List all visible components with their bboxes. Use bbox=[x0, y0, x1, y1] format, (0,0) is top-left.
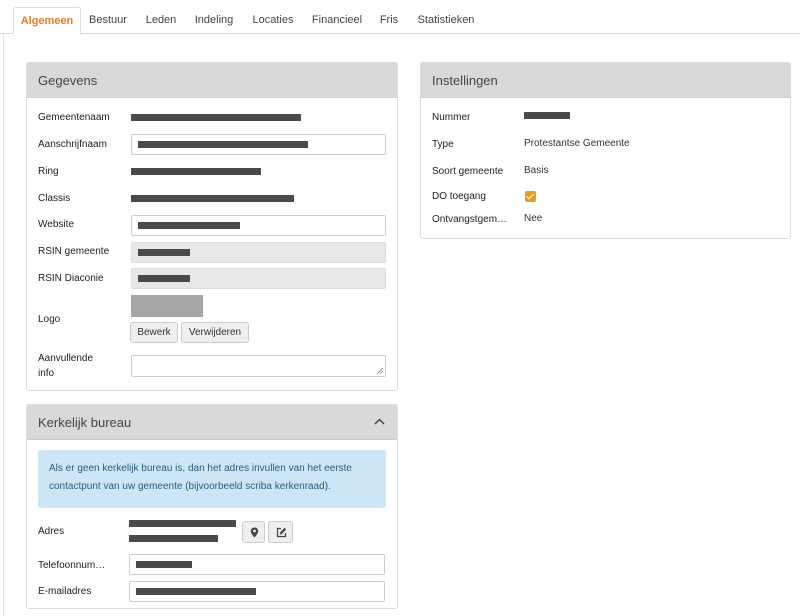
chevron-up-icon[interactable] bbox=[374, 418, 385, 425]
redacted-rsin-diaconie bbox=[138, 275, 190, 282]
redacted-telefoon bbox=[136, 561, 192, 568]
tab-indeling[interactable]: Indeling bbox=[190, 7, 238, 34]
redacted-website bbox=[138, 222, 240, 229]
redacted-aanschrijfnaam bbox=[138, 141, 308, 148]
instellingen-title: Instellingen bbox=[421, 63, 790, 98]
rsin-gemeente-field bbox=[131, 242, 386, 263]
map-pin-icon bbox=[250, 527, 259, 538]
tab-locaties[interactable]: Locaties bbox=[247, 7, 299, 34]
map-pin-button[interactable] bbox=[242, 521, 265, 543]
redacted-ring bbox=[131, 168, 261, 175]
redacted-nummer bbox=[524, 112, 570, 119]
bewerk-button[interactable]: Bewerk bbox=[130, 322, 178, 343]
redacted-adres-1 bbox=[129, 520, 236, 527]
edit-address-button[interactable] bbox=[268, 521, 293, 543]
label-aanvullende-info-2: info bbox=[38, 368, 55, 379]
label-telefoon: Telefoonnum… bbox=[38, 560, 106, 571]
gegevens-title: Gegevens bbox=[27, 63, 397, 98]
label-nummer: Nummer bbox=[432, 112, 471, 123]
logo-image bbox=[131, 295, 203, 317]
resize-handle-icon[interactable] bbox=[377, 368, 383, 374]
label-aanschrijfnaam: Aanschrijfnaam bbox=[38, 139, 107, 150]
telefoon-input[interactable] bbox=[129, 554, 385, 575]
redacted-adres-2 bbox=[129, 535, 218, 542]
label-ontvangstgemeente: Ontvangstgem… bbox=[432, 214, 508, 225]
kerkelijk-bureau-title[interactable]: Kerkelijk bureau bbox=[27, 405, 397, 440]
redacted-rsin-gemeente bbox=[138, 249, 190, 256]
tab-financieel[interactable]: Financieel bbox=[307, 7, 367, 34]
website-input[interactable] bbox=[131, 215, 386, 236]
label-classis: Classis bbox=[38, 193, 71, 204]
instellingen-panel: Instellingen Nummer Type Protestantse Ge… bbox=[420, 62, 791, 239]
gegevens-panel: Gegevens Gemeentenaam Aanschrijfnaam Rin… bbox=[26, 62, 398, 391]
kerkelijk-bureau-panel: Kerkelijk bureau Als er geen kerkelijk b… bbox=[26, 404, 398, 609]
type-value: Protestantse Gemeente bbox=[524, 138, 630, 149]
label-type: Type bbox=[432, 139, 454, 150]
soort-gemeente-value: Basis bbox=[524, 165, 549, 176]
redacted-email bbox=[136, 588, 256, 595]
label-rsin-gemeente: RSIN gemeente bbox=[38, 246, 110, 257]
label-adres: Adres bbox=[38, 526, 65, 537]
label-logo: Logo bbox=[38, 314, 61, 325]
verwijderen-button[interactable]: Verwijderen bbox=[181, 322, 249, 343]
info-alert: Als er geen kerkelijk bureau is, dan het… bbox=[38, 450, 386, 508]
redacted-classis bbox=[131, 195, 294, 202]
email-input[interactable] bbox=[129, 581, 385, 602]
tab-bestuur[interactable]: Bestuur bbox=[84, 7, 132, 34]
label-ring: Ring bbox=[38, 166, 59, 177]
label-website: Website bbox=[38, 219, 74, 230]
kerkelijk-bureau-label: Kerkelijk bureau bbox=[38, 415, 132, 430]
redacted-gemeentenaam bbox=[131, 114, 301, 121]
label-email: E-mailadres bbox=[38, 586, 92, 597]
rsin-diaconie-field bbox=[131, 268, 386, 289]
label-soort-gemeente: Soort gemeente bbox=[432, 166, 504, 177]
edit-icon bbox=[276, 527, 287, 538]
tab-fris[interactable]: Fris bbox=[374, 7, 404, 34]
label-do-toegang: DO toegang bbox=[432, 191, 486, 202]
label-aanvullende-info-1: Aanvullende bbox=[38, 353, 94, 364]
tab-algemeen[interactable]: Algemeen bbox=[13, 7, 81, 35]
aanvullende-info-textarea[interactable] bbox=[131, 355, 386, 377]
tab-bar: Algemeen Bestuur Leden Indeling Locaties… bbox=[0, 0, 800, 35]
tab-leden[interactable]: Leden bbox=[141, 7, 181, 34]
do-toegang-checkbox[interactable] bbox=[525, 191, 536, 202]
aanschrijfnaam-input[interactable] bbox=[131, 134, 386, 155]
tab-statistieken[interactable]: Statistieken bbox=[412, 7, 480, 34]
ontvangstgemeente-value: Nee bbox=[524, 213, 543, 224]
label-rsin-diaconie: RSIN Diaconie bbox=[38, 273, 104, 284]
label-gemeentenaam: Gemeentenaam bbox=[38, 112, 110, 123]
